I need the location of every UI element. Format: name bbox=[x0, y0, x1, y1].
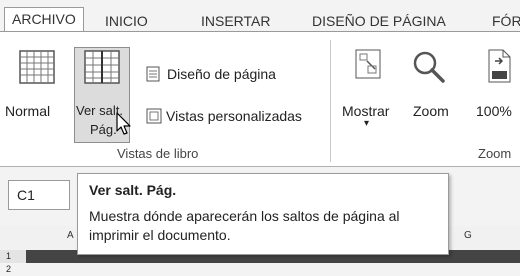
page-break-preview-icon bbox=[84, 50, 120, 84]
zoom-100-button[interactable]: 100% bbox=[476, 103, 512, 119]
show-icon bbox=[355, 49, 381, 79]
diseno-de-pagina-button[interactable]: Diseño de página bbox=[167, 66, 276, 82]
tooltip: Ver salt. Pág. Muestra dónde aparecerán … bbox=[77, 173, 449, 255]
zoom-button[interactable]: Zoom bbox=[413, 103, 449, 119]
tab-formulas[interactable]: FÓR bbox=[492, 10, 520, 32]
tab-diseno-de-pagina[interactable]: DISEÑO DE PÁGINA bbox=[312, 10, 446, 32]
zoom-icon bbox=[413, 51, 445, 83]
tab-inicio[interactable]: INICIO bbox=[105, 10, 148, 32]
group-label-zoom: Zoom bbox=[478, 146, 512, 161]
custom-views-icon bbox=[146, 108, 162, 124]
tooltip-description: Muestra dónde aparecerán los saltos de p… bbox=[89, 208, 400, 243]
group-separator bbox=[330, 40, 331, 162]
mostrar-button[interactable]: Mostrar bbox=[342, 103, 389, 119]
ribbon-tab-bar: ARCHIVO INICIO INSERTAR DISEÑO DE PÁGINA… bbox=[0, 0, 520, 32]
normal-view-label[interactable]: Normal bbox=[5, 103, 50, 119]
ver-salt-label-line2: Pág. bbox=[90, 122, 117, 137]
chevron-down-icon[interactable]: ▾ bbox=[364, 118, 369, 129]
column-header-g[interactable]: G bbox=[464, 230, 472, 241]
ribbon-panel: Normal Ver salt. Pág. Diseño de página V… bbox=[0, 32, 520, 166]
page-layout-icon bbox=[146, 66, 160, 82]
vistas-personalizadas-button[interactable]: Vistas personalizadas bbox=[166, 108, 302, 124]
zoom-100-icon bbox=[488, 49, 511, 83]
tab-archivo[interactable]: ARCHIVO bbox=[4, 7, 84, 32]
zoom-100-badge: 100 bbox=[493, 84, 504, 90]
ribbon-bottom-border bbox=[0, 166, 520, 167]
name-box[interactable]: C1 bbox=[8, 180, 70, 210]
normal-view-icon bbox=[19, 50, 55, 84]
tooltip-title: Ver salt. Pág. bbox=[89, 182, 177, 198]
group-label-vistas-de-libro: Vistas de libro bbox=[117, 146, 199, 161]
row-header-1[interactable]: 1 bbox=[6, 251, 11, 261]
column-header-a[interactable]: A bbox=[67, 230, 74, 241]
tab-insertar[interactable]: INSERTAR bbox=[201, 10, 271, 32]
row-header-2[interactable]: 2 bbox=[6, 264, 11, 274]
mouse-cursor-icon bbox=[116, 112, 131, 135]
